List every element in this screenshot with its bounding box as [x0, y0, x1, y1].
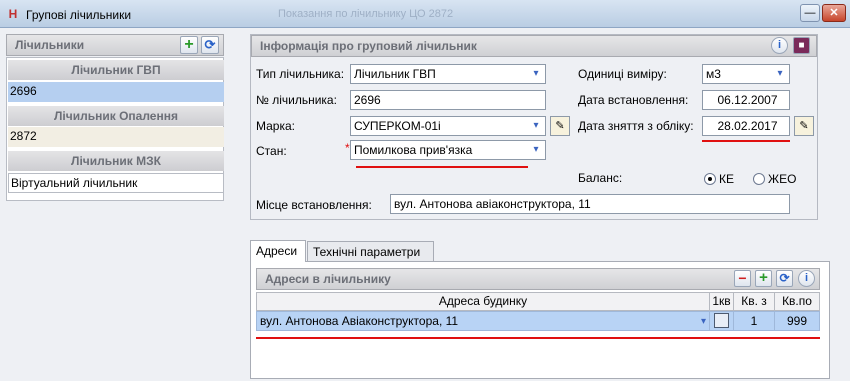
add-address-button[interactable]: +	[755, 270, 772, 287]
column-header-apt-from[interactable]: Кв. з	[733, 292, 775, 311]
dropdown-icon[interactable]: ▾	[529, 143, 543, 157]
remove-address-button[interactable]: −	[734, 270, 751, 287]
balance-ke-radio[interactable]	[704, 173, 716, 185]
unit-label: Одиниці виміру:	[578, 67, 667, 81]
balance-label: Баланс:	[578, 171, 623, 185]
removal-date-field[interactable]: 28.02.2017	[702, 116, 790, 136]
group-value-mzk[interactable]: Віртуальний лічильник	[8, 173, 224, 193]
removal-date-highlight-underline	[702, 140, 790, 142]
state-select[interactable]: Помилкова прив'язка ▾	[350, 140, 546, 160]
dropdown-icon[interactable]: ▾	[529, 67, 543, 81]
removal-date-picker-button[interactable]: ✎	[794, 116, 814, 136]
brand-select[interactable]: СУПЕРКОМ-01і ▾	[350, 116, 546, 136]
minus-icon: −	[738, 270, 747, 286]
close-button[interactable]: ✕	[822, 4, 846, 22]
add-meter-button[interactable]: +	[180, 36, 198, 54]
unit-select[interactable]: м3 ▾	[702, 64, 790, 84]
edit-icon: ✎	[555, 120, 565, 132]
dropdown-icon[interactable]: ▾	[701, 313, 706, 331]
unit-value: м3	[706, 67, 721, 81]
address-value: вул. Антонова Авіаконструктора, 11	[260, 314, 459, 328]
app-icon: H	[8, 7, 18, 21]
save-icon: ■	[798, 40, 805, 51]
info-icon: i	[804, 272, 809, 284]
tab-addresses[interactable]: Адреси	[250, 240, 306, 262]
tab-technical-params[interactable]: Технічні параметри	[307, 241, 434, 263]
location-label: Місце встановлення:	[256, 198, 372, 212]
plus-icon: +	[184, 36, 194, 53]
meters-list: Лічильник ГВП 2696 Лічильник Опалення 28…	[6, 57, 224, 201]
apt-from-cell[interactable]: 1	[733, 311, 775, 331]
group-header-heating: Лічильник Опалення	[8, 106, 224, 126]
meter-type-label: Тип лічильника:	[256, 67, 345, 81]
address-row-highlight-underline	[256, 337, 820, 339]
balance-zheo-radio[interactable]	[753, 173, 765, 185]
background-window-caption: Показання по лічильнику ЦО 2872	[278, 8, 454, 20]
install-date-field[interactable]: 06.12.2007	[702, 90, 790, 110]
refresh-meters-button[interactable]: ⟳	[201, 36, 219, 54]
brand-label: Марка:	[256, 119, 295, 133]
column-header-address[interactable]: Адреса будинку	[256, 292, 710, 311]
balance-zheo-label: ЖЕО	[768, 172, 797, 186]
apt-to-cell[interactable]: 999	[774, 311, 820, 331]
first-apt-checkbox[interactable]	[714, 313, 729, 328]
install-date-label: Дата встановлення:	[578, 93, 689, 107]
meter-number-label: № лічильника:	[256, 93, 337, 107]
state-highlight-underline	[356, 166, 528, 168]
dropdown-icon[interactable]: ▾	[529, 119, 543, 133]
save-button[interactable]: ■	[793, 37, 810, 54]
refresh-addresses-button[interactable]: ⟳	[776, 270, 793, 287]
state-value: Помилкова прив'язка	[354, 143, 473, 157]
group-header-hot-water: Лічильник ГВП	[8, 60, 224, 80]
state-label: Стан:	[256, 144, 287, 158]
column-header-first-apt[interactable]: 1кв	[709, 292, 734, 311]
refresh-icon: ⟳	[204, 37, 216, 52]
meter-info-title: Інформація про груповий лічильник	[260, 39, 477, 53]
refresh-icon: ⟳	[779, 271, 790, 285]
plus-icon: +	[759, 269, 768, 286]
group-value-hot-water[interactable]: 2696	[8, 82, 224, 102]
addresses-title: Адреси в лічильнику	[265, 272, 391, 286]
brand-value: СУПЕРКОМ-01і	[354, 119, 441, 133]
location-field[interactable]: вул. Антонова авіаконструктора, 11	[390, 194, 790, 214]
minimize-button[interactable]: —	[800, 4, 820, 22]
calendar-icon: ✎	[799, 120, 809, 132]
column-header-apt-to[interactable]: Кв.по	[774, 292, 820, 311]
meters-panel-title: Лічильники	[15, 38, 85, 52]
meter-info-header: Інформація про груповий лічильник	[251, 35, 817, 57]
addresses-info-button[interactable]: i	[798, 270, 815, 287]
group-header-mzk: Лічильник МЗК	[8, 151, 224, 171]
group-value-heating[interactable]: 2872	[8, 127, 224, 147]
meter-type-value: Лічильник ГВП	[354, 67, 436, 81]
required-mark: *	[345, 141, 350, 155]
window-title: Групові лічильники	[26, 8, 132, 22]
balance-ke-label: КЕ	[719, 172, 734, 186]
dropdown-icon[interactable]: ▾	[773, 67, 787, 81]
info-button[interactable]: i	[771, 37, 788, 54]
meter-type-select[interactable]: Лічильник ГВП ▾	[350, 64, 546, 84]
info-icon: i	[777, 39, 782, 51]
address-cell[interactable]: вул. Антонова Авіаконструктора, 11 ▾	[256, 311, 710, 331]
first-apt-cell[interactable]	[709, 311, 734, 331]
brand-edit-button[interactable]: ✎	[550, 116, 570, 136]
removal-date-label: Дата зняття з обліку:	[578, 119, 694, 133]
window-titlebar: H Групові лічильники Показання по лічиль…	[0, 0, 850, 28]
meter-number-field[interactable]: 2696	[350, 90, 546, 110]
